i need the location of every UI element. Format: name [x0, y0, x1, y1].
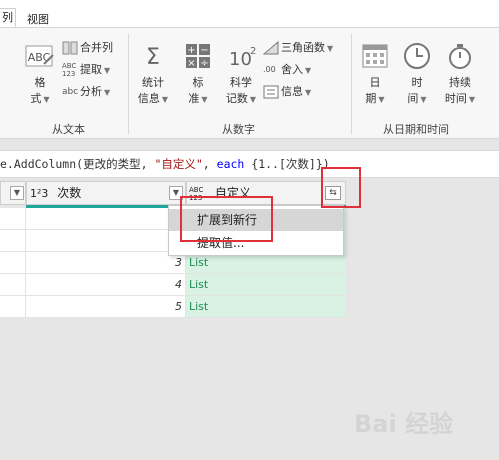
calendar-icon [362, 44, 388, 68]
watermark-logo: Bai 经验 [354, 410, 454, 438]
rounding-button[interactable]: .00 舍入 ▼ [263, 60, 311, 80]
duration-button[interactable]: 持续 时间 ▼ [440, 42, 480, 108]
rounding-icon: .00 [263, 65, 276, 74]
svg-text:÷: ÷ [200, 58, 208, 69]
statistics-button[interactable]: Σ 统计 信息 ▼ [135, 42, 171, 108]
merge-columns-icon [62, 41, 78, 55]
trig-button[interactable]: 三角函数 ▼ [263, 38, 333, 58]
row-number-cell[interactable] [0, 296, 26, 318]
tab-column[interactable]: 列 [0, 8, 16, 28]
date-button[interactable]: 日 期 ▼ [358, 42, 392, 108]
standard-button[interactable]: + − × ÷ 标 准 ▼ [180, 42, 216, 108]
highlight-box [180, 196, 273, 242]
row-number-cell[interactable] [0, 230, 26, 252]
count-cell[interactable]: 4 [26, 274, 186, 296]
info-icon [263, 85, 279, 99]
scientific-button[interactable]: 10 2 科学 记数 ▼ [222, 42, 260, 108]
group-label-datetime: 从日期和时间 [383, 123, 449, 136]
extract-button[interactable]: ABC 123 提取 ▼ [62, 60, 110, 80]
ribbon-tabs: 列 视图 [0, 0, 499, 28]
power-of-ten-icon: 102 [229, 46, 256, 70]
group-label-text: 从文本 [52, 123, 85, 136]
format-button[interactable]: ABC 格 式 ▼ [22, 42, 58, 108]
svg-text:×: × [187, 58, 195, 69]
count-cell[interactable] [26, 208, 186, 230]
formula-bar[interactable]: e.AddColumn(更改的类型, "自定义", each {1..[次数]}… [0, 150, 499, 178]
parse-icon: abc [62, 87, 79, 97]
tab-view[interactable]: 视图 [27, 11, 49, 27]
ribbon: ABC 格 式 ▼ 合并列 ABC 123 提取 ▼ abc 分析 ▼ 从文本 Σ 统计 信… [0, 27, 499, 139]
svg-text:2: 2 [250, 46, 256, 57]
info-button[interactable]: 信息 ▼ [263, 82, 311, 102]
svg-text:Σ: Σ [146, 45, 160, 70]
column-header-index[interactable]: ▼ [0, 181, 26, 205]
ribbon-separator [351, 34, 352, 134]
row-number-cell[interactable] [0, 252, 26, 274]
svg-text:−: − [200, 45, 208, 56]
list-cell[interactable]: List [186, 296, 346, 318]
row-number-cell[interactable] [0, 274, 26, 296]
count-cell[interactable]: 5 [26, 296, 186, 318]
clock-icon [404, 43, 430, 69]
format-icon: ABC [25, 45, 54, 67]
number-type-icon[interactable]: 1²3 [30, 187, 48, 200]
parse-button[interactable]: abc 分析 ▼ [62, 82, 110, 102]
merge-columns-button[interactable]: 合并列 [62, 38, 113, 58]
count-cell[interactable]: 3 [26, 252, 186, 274]
svg-text:+: + [187, 45, 195, 56]
chevron-down-icon[interactable]: ▼ [10, 186, 24, 200]
svg-text:10: 10 [229, 49, 252, 70]
column-header-count[interactable]: 1²3 次数 ▼ [26, 181, 186, 205]
list-cell[interactable]: List [186, 274, 346, 296]
extract-icon: ABC 123 [62, 62, 77, 78]
row-number-cell[interactable] [0, 208, 26, 230]
group-label-number: 从数字 [222, 123, 255, 136]
sigma-icon: Σ [146, 45, 160, 70]
ribbon-separator [128, 34, 129, 134]
calculator-icon: + − × ÷ [186, 44, 210, 69]
count-cell[interactable] [26, 230, 186, 252]
time-button[interactable]: 时 间 ▼ [400, 42, 434, 108]
highlight-box [321, 167, 361, 208]
stopwatch-icon [449, 44, 471, 69]
triangle-icon [263, 41, 279, 55]
